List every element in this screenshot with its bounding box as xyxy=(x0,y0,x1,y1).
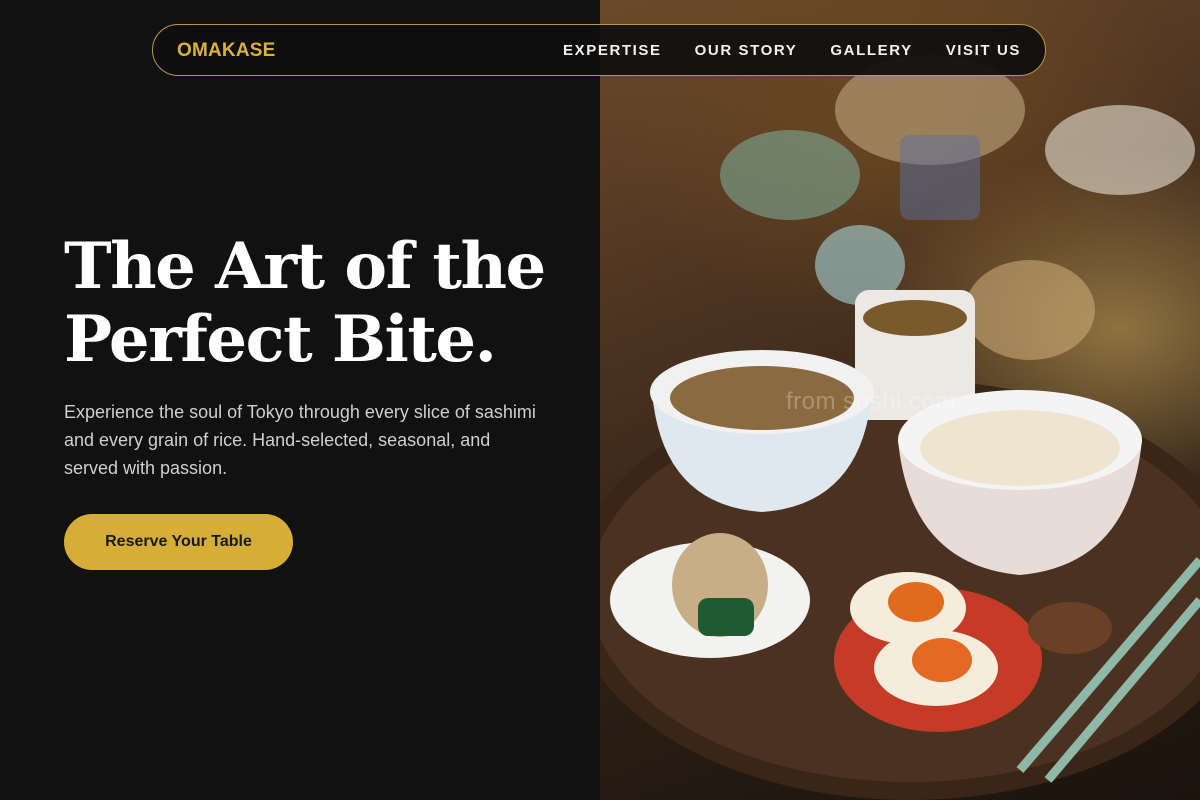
hero-title-line-2: Perfect Bite. xyxy=(64,302,497,377)
hero-food-photo: from sushi.com xyxy=(600,0,1200,800)
top-navigation: OMAKASE EXPERTISE OUR STORY GALLERY VISI… xyxy=(152,24,1046,76)
nav-link-our-story[interactable]: OUR STORY xyxy=(695,42,798,59)
nav-link-visit-us[interactable]: VISIT US xyxy=(946,42,1021,59)
reserve-table-button[interactable]: Reserve Your Table xyxy=(64,514,293,570)
hero-title: The Art of the Perfect Bite. xyxy=(64,230,584,376)
nav-link-expertise[interactable]: EXPERTISE xyxy=(563,42,662,59)
brand-logo[interactable]: OMAKASE xyxy=(177,40,276,62)
photo-watermark: from sushi.com xyxy=(786,388,956,415)
hero-subtitle: Experience the soul of Tokyo through eve… xyxy=(64,402,536,478)
nav-links: EXPERTISE OUR STORY GALLERY VISIT US xyxy=(530,42,1021,59)
hero-title-line-1: The Art of the xyxy=(64,229,546,304)
nav-link-gallery[interactable]: GALLERY xyxy=(830,42,912,59)
